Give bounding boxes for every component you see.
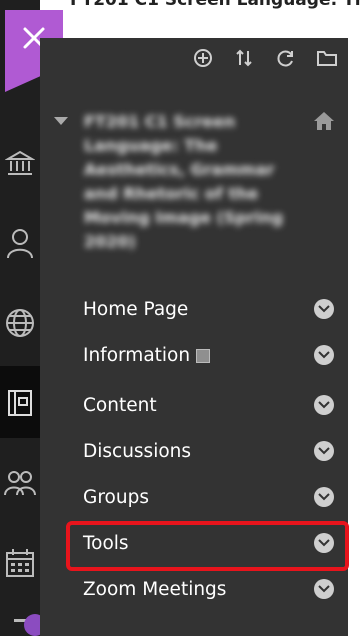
menu-item-discussions[interactable]: Discussions	[40, 430, 348, 476]
chevron-down-icon[interactable]	[314, 487, 334, 507]
institution-icon[interactable]	[0, 138, 40, 188]
menu-item-information[interactable]: Information	[40, 334, 348, 380]
calendar-icon[interactable]	[0, 538, 40, 588]
course-title[interactable]: FT201 C1 Screen Language: The Aesthetics…	[84, 110, 284, 254]
add-icon[interactable]	[193, 48, 213, 72]
menu-item-groups[interactable]: Groups	[40, 476, 348, 522]
chevron-down-icon[interactable]	[314, 395, 334, 415]
groups-icon[interactable]	[0, 458, 40, 508]
page-title: FT201 C1 Screen Language: The	[70, 0, 361, 10]
courses-icon[interactable]	[0, 366, 40, 438]
chevron-down-icon[interactable]	[314, 579, 334, 599]
profile-icon[interactable]	[0, 218, 40, 268]
refresh-icon[interactable]	[276, 48, 296, 72]
collapse-arrow-icon[interactable]	[54, 117, 68, 125]
chevron-down-icon[interactable]	[314, 345, 334, 365]
hidden-item-icon	[196, 349, 211, 363]
globe-icon[interactable]	[0, 298, 40, 348]
folder-icon[interactable]	[316, 48, 338, 72]
menu-item-label: Zoom Meetings	[83, 579, 227, 600]
menu-item-label: Discussions	[83, 441, 192, 462]
menu-item-label: Content	[83, 395, 157, 416]
tools-highlight-box	[66, 521, 349, 571]
menu-item-label: Information	[83, 345, 191, 366]
menu-item-home-page[interactable]: Home Page	[40, 288, 348, 334]
menu-item-label: Groups	[83, 487, 149, 508]
home-icon[interactable]	[312, 110, 336, 136]
left-navigation-rail	[0, 0, 40, 636]
content-edge	[348, 38, 361, 636]
menu-item-zoom-meetings[interactable]: Zoom Meetings	[40, 568, 348, 614]
menu-item-content[interactable]: Content	[40, 384, 348, 430]
sort-icon[interactable]	[234, 48, 254, 72]
chevron-down-icon[interactable]	[314, 441, 334, 461]
chevron-down-icon[interactable]	[314, 299, 334, 319]
menu-item-label: Home Page	[83, 299, 189, 320]
